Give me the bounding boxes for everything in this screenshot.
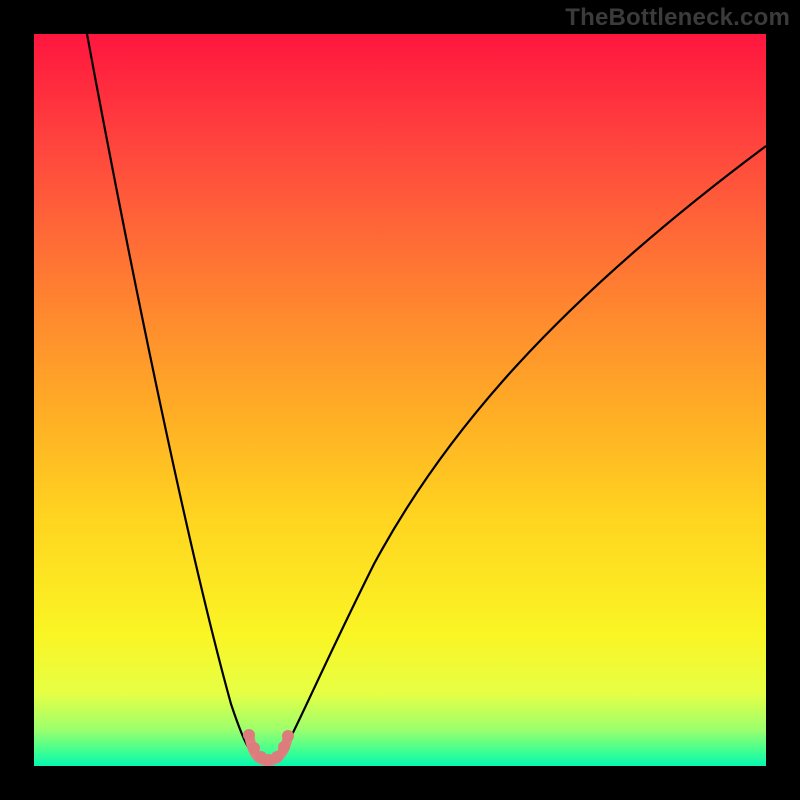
u-marker-dot-1 xyxy=(243,729,255,741)
watermark-text: TheBottleneck.com xyxy=(565,4,790,32)
chart-frame: TheBottleneck.com xyxy=(0,0,800,800)
u-marker-dot-6 xyxy=(278,741,290,753)
u-marker-group xyxy=(243,729,294,766)
u-marker-dot-5 xyxy=(271,751,283,763)
curve-left-path xyxy=(87,34,250,750)
plot-area xyxy=(34,34,766,766)
curve-svg xyxy=(34,34,766,766)
curve-right-path xyxy=(284,146,766,750)
u-marker-dot-7 xyxy=(282,730,294,742)
